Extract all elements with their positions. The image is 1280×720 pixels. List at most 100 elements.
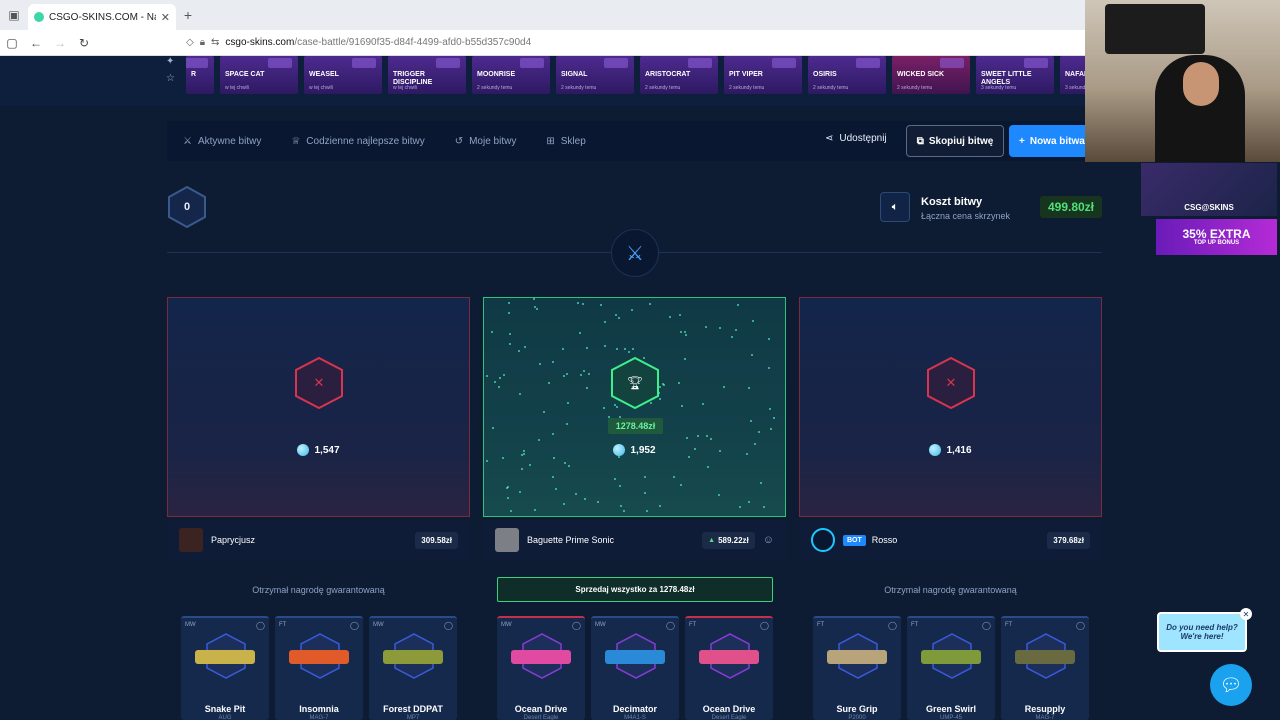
confetti-dot xyxy=(552,476,554,478)
item-card[interactable]: FT ◯ Insomnia MAG-7 xyxy=(275,616,363,720)
confetti-dot xyxy=(680,331,682,333)
weapon-image xyxy=(195,650,255,664)
twitter-icon[interactable]: ✦ xyxy=(166,56,182,67)
nav-label: Aktywne bitwy xyxy=(197,135,262,147)
sidebar-toggle-icon[interactable]: ▢ xyxy=(0,36,24,50)
live-drop-item[interactable]: NAFAN STOCK 3 sekundy temu xyxy=(1060,56,1085,94)
skin-thumbnail xyxy=(268,58,292,68)
live-drop-item[interactable]: MOONRISE 2 sekundy temu xyxy=(472,56,550,94)
site-info-icon: ⇆ xyxy=(211,37,220,48)
side-icons: ✦ ☆ xyxy=(166,56,182,84)
emoji-icon[interactable]: ☺ xyxy=(763,534,774,546)
item-card[interactable]: FT ◯ Sure Grip P2000 xyxy=(813,616,901,720)
item-card[interactable]: FT ◯ Resupply MAG-7 xyxy=(1001,616,1089,720)
player-1-items: MW ◯ Snake Pit AUG FT ◯ Insomnia MAG-7 MW ◯ Forest… xyxy=(181,616,457,720)
nav-shop[interactable]: ⊞ Sklep xyxy=(546,136,585,147)
weapon-image xyxy=(921,650,981,664)
copy-label: Skopiuj bitwę xyxy=(928,135,994,147)
player-name[interactable]: Rosso xyxy=(872,535,898,545)
player-name[interactable]: Baguette Prime Sonic xyxy=(527,535,614,545)
help-bubble[interactable]: Do you need help? We're here! xyxy=(1157,612,1247,652)
live-drop-item[interactable]: SWEET LITTLE ANGELS 3 sekundy temu xyxy=(976,56,1054,94)
confetti-dot xyxy=(566,423,568,425)
confetti-dot xyxy=(618,317,620,319)
drop-time: w tej chwili xyxy=(393,85,417,91)
check-icon: ◯ xyxy=(1076,621,1085,630)
live-drop-item[interactable]: ARISTOCRAT 2 sekundy temu xyxy=(640,56,718,94)
weapon-image xyxy=(511,650,571,664)
reload-icon[interactable]: ↻ xyxy=(72,36,96,50)
live-drop-item[interactable]: SIGNAL 2 sekundy temu xyxy=(556,56,634,94)
sell-all-button[interactable]: Sprzedaj wszystko za 1278.48zł xyxy=(497,577,773,602)
item-card[interactable]: MW ◯ Ocean Drive Desert Eagle xyxy=(497,616,585,720)
live-drop-item[interactable]: SPACE CAT w tej chwili xyxy=(220,56,298,94)
item-card[interactable]: FT ◯ Green Swirl UMP-45 xyxy=(907,616,995,720)
confetti-dot xyxy=(768,367,770,369)
avatar[interactable] xyxy=(179,528,203,552)
confetti-dot xyxy=(566,373,568,375)
skin-thumbnail xyxy=(1024,58,1048,68)
item-type: Desert Eagle xyxy=(711,715,747,720)
promo-banner-1[interactable]: CSG@SKINS xyxy=(1141,163,1277,216)
battle-nav: ⚔ Aktywne bitwy ♕ Codzienne najlepsze bitw… xyxy=(167,121,1102,161)
confetti-dot xyxy=(508,302,510,304)
nav-active-battles[interactable]: ⚔ Aktywne bitwy xyxy=(183,136,261,147)
confetti-dot xyxy=(508,312,510,314)
drop-time: 3 sekundy temu xyxy=(981,85,1017,91)
prize-value: 1278.48zł xyxy=(608,418,663,434)
chat-bubble-icon[interactable]: 💬︎ xyxy=(1210,664,1252,706)
promo-banner-2[interactable]: 35% EXTRA TOP UP BONUS xyxy=(1156,219,1277,255)
confetti-dot xyxy=(686,437,688,439)
item-card[interactable]: MW ◯ Snake Pit AUG xyxy=(181,616,269,720)
close-help-icon[interactable]: ✕ xyxy=(1240,608,1252,620)
background-shelf xyxy=(1105,4,1205,54)
confetti-dot xyxy=(509,343,511,345)
sound-toggle-button[interactable]: 🔈︎ xyxy=(880,192,910,222)
nav-daily-best[interactable]: ♕ Codzienne najlepsze bitwy xyxy=(291,136,424,147)
forward-icon[interactable]: → xyxy=(48,36,72,50)
skin-thumbnail xyxy=(604,58,628,68)
skin-thumbnail xyxy=(436,58,460,68)
confetti-dot xyxy=(499,377,501,379)
live-drop-item[interactable]: R xyxy=(186,56,214,94)
live-drop-item[interactable]: WICKED SICK 2 sekundy temu xyxy=(892,56,970,94)
live-drop-item[interactable]: OSIRIS 2 sekundy temu xyxy=(808,56,886,94)
confetti-dot xyxy=(604,321,606,323)
confetti-dot xyxy=(751,354,753,356)
new-tab-icon[interactable]: + xyxy=(176,7,200,23)
help-line-2: We're here! xyxy=(1180,632,1224,641)
item-type: MP7 xyxy=(406,715,420,720)
confetti-dot xyxy=(579,332,581,334)
item-card[interactable]: MW ◯ Decimator M4A1-S xyxy=(591,616,679,720)
confetti-dot xyxy=(529,464,531,466)
live-drop-item[interactable]: WEASEL w tej chwili xyxy=(304,56,382,94)
live-drop-item[interactable]: PIT VIPER 2 sekundy temu xyxy=(724,56,802,94)
bot-avatar[interactable] xyxy=(811,528,835,552)
confetti-dot xyxy=(684,331,686,333)
item-card[interactable]: MW ◯ Forest DDPAT MP7 xyxy=(369,616,457,720)
share-button[interactable]: ⋖ Udostępnij xyxy=(825,133,887,144)
close-tab-icon[interactable]: ✕ xyxy=(161,11,170,24)
confetti-dot xyxy=(620,505,622,507)
copy-battle-button[interactable]: ⧉ Skopiuj bitwę xyxy=(906,125,1004,157)
live-drop-item[interactable]: TRIGGER DISCIPLINE w tej chwili xyxy=(388,56,466,94)
player-name[interactable]: Paprycjusz xyxy=(211,535,255,545)
back-icon[interactable]: ← xyxy=(24,36,48,50)
confetti-dot xyxy=(604,345,606,347)
confetti-dot xyxy=(705,326,707,328)
star-icon[interactable]: ☆ xyxy=(166,73,182,84)
item-card[interactable]: FT ◯ Ocean Drive Desert Eagle xyxy=(685,616,773,720)
nav-my-battles[interactable]: ↺ Moje bitwy xyxy=(455,136,517,147)
confetti-dot xyxy=(563,375,565,377)
confetti-dot xyxy=(649,303,651,305)
drop-time: 2 sekundy temu xyxy=(645,85,681,91)
confetti-dot xyxy=(539,363,541,365)
swords-icon: ⚔ xyxy=(183,135,192,147)
streamer-head xyxy=(1183,62,1219,106)
tab-title: CSGO-SKINS.COM - Najlepsze xyxy=(49,11,156,23)
tab-list-icon[interactable]: ▣ xyxy=(0,0,28,30)
confetti-dot xyxy=(723,386,725,388)
browser-tab[interactable]: CSGO-SKINS.COM - Najlepsze ✕ xyxy=(28,4,176,30)
avatar[interactable] xyxy=(495,528,519,552)
url-field[interactable]: ◇ 🔒︎ ⇆ csgo-skins.com/case-battle/91690f… xyxy=(186,37,531,48)
